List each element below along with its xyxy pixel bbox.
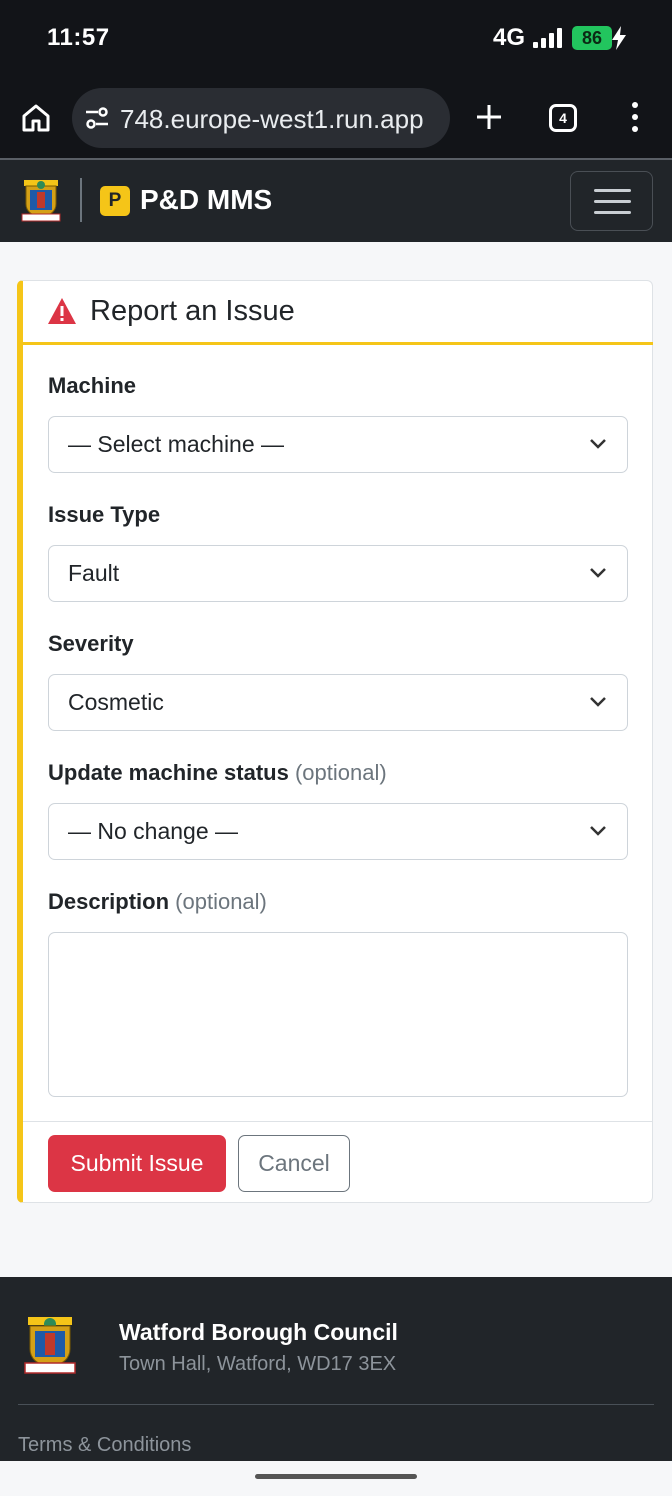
machine-select[interactable]: — Select machine — [48, 416, 628, 473]
page-footer: Watford Borough Council Town Hall, Watfo… [0, 1277, 672, 1461]
footer-divider [18, 1404, 654, 1405]
card-footer-divider [23, 1121, 653, 1122]
org-name: Watford Borough Council [119, 1319, 398, 1345]
home-gesture-bar[interactable] [255, 1474, 417, 1479]
brand-separator [80, 178, 82, 222]
site-settings-icon[interactable] [84, 106, 110, 130]
parking-badge: P [100, 186, 130, 216]
machine-label: Machine [48, 373, 137, 398]
machine-select-value: — Select machine — [68, 431, 285, 457]
card-header: Report an Issue [23, 281, 653, 345]
status-bar: 11:57 4G 86 [0, 0, 672, 80]
charging-icon [612, 26, 626, 50]
more-menu-icon[interactable] [629, 102, 641, 132]
issue-type-label: Issue Type [48, 502, 161, 527]
optional-hint: (optional) [175, 889, 267, 914]
new-tab-icon[interactable] [474, 102, 504, 132]
cancel-button[interactable]: Cancel [238, 1135, 350, 1192]
chevron-down-icon [590, 439, 606, 449]
browser-toolbar: 748.europe-west1.run.app 4 [0, 80, 672, 160]
chevron-down-icon [590, 697, 606, 707]
warning-icon [48, 298, 76, 324]
org-address: Town Hall, Watford, WD17 3EX [119, 1353, 397, 1375]
machine-status-select-value: — No change — [68, 818, 239, 844]
address-bar[interactable]: 748.europe-west1.run.app [72, 88, 450, 148]
machine-status-select[interactable]: — No change — [48, 803, 628, 860]
status-label: Update machine status (optional) [48, 760, 387, 785]
report-issue-card: Report an Issue Machine — Select machine… [17, 280, 653, 1203]
severity-select[interactable]: Cosmetic [48, 674, 628, 731]
issue-type-select[interactable]: Fault [48, 545, 628, 602]
nav-toggle-button[interactable] [570, 171, 653, 231]
tab-switcher-icon[interactable]: 4 [549, 104, 577, 132]
chevron-down-icon [590, 568, 606, 578]
submit-issue-button[interactable]: Submit Issue [48, 1135, 226, 1192]
council-crest-icon [24, 1317, 76, 1374]
severity-label: Severity [48, 631, 134, 656]
brand-name[interactable]: P&D MMS [140, 184, 272, 216]
network-type: 4G [493, 24, 526, 51]
issue-type-select-value: Fault [68, 560, 120, 586]
council-crest-icon[interactable] [20, 178, 62, 222]
severity-select-value: Cosmetic [68, 689, 164, 715]
signal-icon [533, 28, 565, 48]
description-label: Description (optional) [48, 889, 267, 914]
description-textarea[interactable] [48, 932, 628, 1097]
optional-hint: (optional) [294, 760, 387, 785]
url-text[interactable]: 748.europe-west1.run.app [120, 104, 424, 135]
status-time: 11:57 [47, 24, 110, 51]
app-navbar: P P&D MMS [0, 160, 672, 242]
chevron-down-icon [590, 826, 606, 836]
battery-icon: 86 [572, 26, 612, 50]
home-icon[interactable] [20, 102, 52, 134]
terms-link[interactable]: Terms & Conditions [18, 1434, 191, 1457]
page-title: Report an Issue [90, 295, 295, 327]
